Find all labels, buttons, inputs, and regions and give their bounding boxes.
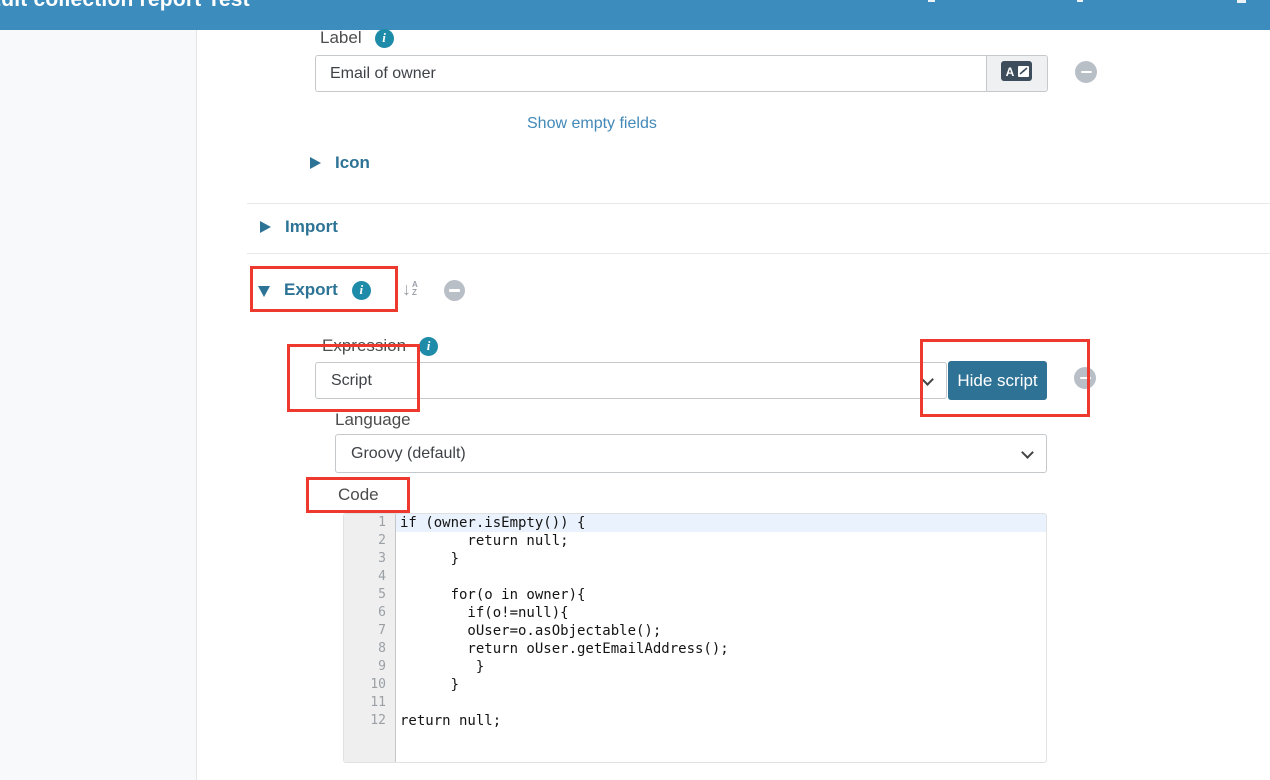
sort-az-icon: AZ	[412, 281, 418, 297]
line-number: 6	[344, 604, 396, 622]
code-line[interactable]: 11	[344, 694, 1046, 712]
toolbar-icon-partial	[1077, 0, 1083, 2]
line-number: 11	[344, 694, 396, 712]
line-number: 5	[344, 586, 396, 604]
chevron-down-icon	[1021, 446, 1034, 459]
label-input-group: A	[315, 55, 1048, 92]
section-header-icon[interactable]: Icon	[310, 153, 370, 173]
expression-select[interactable]: Script	[315, 362, 947, 399]
expression-select-value: Script	[316, 372, 372, 390]
info-icon[interactable]: i	[352, 281, 371, 300]
label-field-caption-text: Label	[320, 28, 362, 48]
label-field-caption: Label i	[320, 28, 394, 48]
section-title-icon: Icon	[335, 153, 370, 173]
triangle-right-icon	[310, 157, 321, 169]
line-number: 7	[344, 622, 396, 640]
translate-icon: A	[1000, 59, 1034, 88]
language-select-value: Groovy (default)	[336, 445, 466, 463]
info-icon[interactable]: i	[419, 337, 438, 356]
section-header-export[interactable]: Export i	[258, 280, 371, 300]
code-line[interactable]: 5 for(o in owner){	[344, 586, 1046, 604]
sort-alphabetical-button[interactable]: ↓ AZ	[402, 280, 418, 298]
code-line[interactable]: 4	[344, 568, 1046, 586]
remove-export-button[interactable]	[444, 280, 465, 301]
code-line[interactable]: 1 if (owner.isEmpty()) {	[344, 514, 1046, 532]
hide-script-button[interactable]: Hide script	[948, 361, 1047, 400]
code-editor-filler[interactable]	[344, 730, 1046, 762]
code-caption: Code	[338, 485, 379, 505]
divider	[247, 203, 1270, 204]
line-number: 4	[344, 568, 396, 586]
top-title-bar: Edit collection report Test	[0, 0, 1270, 30]
section-title-import: Import	[285, 217, 338, 237]
line-number: 8	[344, 640, 396, 658]
info-icon[interactable]: i	[375, 29, 394, 48]
line-number: 12	[344, 712, 396, 730]
code-line[interactable]: 6 if(o!=null){	[344, 604, 1046, 622]
code-line[interactable]: 2 return null;	[344, 532, 1046, 550]
left-sidebar	[0, 30, 197, 780]
remove-label-button[interactable]	[1075, 61, 1097, 83]
expression-caption-text: Expression	[322, 336, 406, 356]
expression-caption: Expression i	[322, 336, 438, 356]
line-number: 2	[344, 532, 396, 550]
language-caption: Language	[335, 410, 411, 430]
language-caption-text: Language	[335, 410, 411, 430]
code-line[interactable]: 3 }	[344, 550, 1046, 568]
chevron-down-icon	[921, 373, 934, 386]
svg-text:A: A	[1006, 65, 1015, 79]
remove-expression-button[interactable]	[1074, 367, 1096, 389]
sort-arrow-icon: ↓	[402, 280, 411, 298]
section-header-import[interactable]: Import	[260, 217, 338, 237]
line-number: 9	[344, 658, 396, 676]
line-number: 10	[344, 676, 396, 694]
code-line[interactable]: 8 return oUser.getEmailAddress();	[344, 640, 1046, 658]
line-number: 1	[344, 514, 396, 532]
label-input[interactable]	[316, 56, 986, 91]
language-select[interactable]: Groovy (default)	[335, 434, 1047, 473]
code-editor[interactable]: 1 if (owner.isEmpty()) { 2 return null; …	[343, 513, 1047, 763]
show-empty-fields-link[interactable]: Show empty fields	[527, 115, 657, 133]
section-title-export: Export	[284, 280, 338, 300]
triangle-down-icon	[258, 286, 270, 297]
triangle-right-icon	[260, 221, 271, 233]
toolbar-icon-partial	[1237, 0, 1246, 3]
remove-minus-icon	[1081, 71, 1092, 74]
page-title: Edit collection report Test	[0, 0, 250, 12]
code-caption-text: Code	[338, 485, 379, 505]
remove-minus-icon	[1080, 377, 1091, 380]
code-line[interactable]: 10 }	[344, 676, 1046, 694]
code-line[interactable]: 9 }	[344, 658, 1046, 676]
divider	[247, 253, 1270, 254]
line-number: 3	[344, 550, 396, 568]
code-line[interactable]: 12 return null;	[344, 712, 1046, 730]
translate-button[interactable]: A	[986, 56, 1047, 91]
remove-minus-icon	[449, 289, 460, 292]
code-line[interactable]: 7 oUser=o.asObjectable();	[344, 622, 1046, 640]
app-window: Edit collection report Test Label i A	[0, 0, 1270, 780]
toolbar-icon-partial	[928, 0, 935, 2]
